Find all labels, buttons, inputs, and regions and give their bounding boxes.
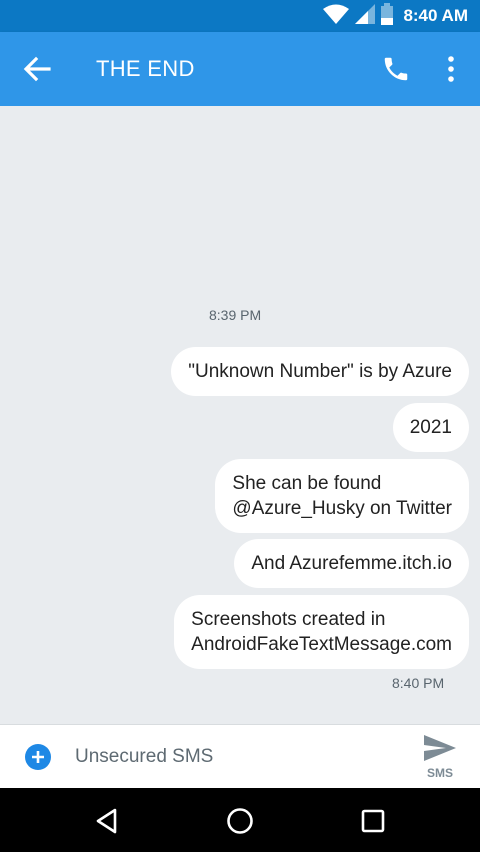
message-thread[interactable]: 8:39 PM "Unknown Number" is by Azure 202… xyxy=(0,106,480,724)
arrow-back-icon xyxy=(23,56,51,82)
add-circle-icon xyxy=(25,744,51,770)
battery-icon xyxy=(381,2,394,30)
signal-icon xyxy=(355,3,376,29)
timestamp: 8:39 PM xyxy=(209,307,262,323)
more-vert-icon xyxy=(448,56,454,82)
status-bar: 8:40 AM xyxy=(0,0,480,32)
message-input[interactable] xyxy=(75,739,395,775)
conversation-title: THE END xyxy=(96,56,195,81)
phone-icon xyxy=(384,57,408,81)
send-button[interactable]: SMS xyxy=(418,733,462,783)
compose-bar: SMS xyxy=(0,724,480,789)
timestamp: 8:40 PM xyxy=(392,675,445,691)
wifi-icon xyxy=(323,4,350,29)
nav-recents-button[interactable] xyxy=(356,804,390,838)
back-button[interactable] xyxy=(22,55,52,83)
send-icon xyxy=(424,735,456,761)
message-bubble[interactable]: Screenshots created in AndroidFakeTextMe… xyxy=(174,595,469,669)
square-recents-icon xyxy=(361,809,385,833)
nav-home-button[interactable] xyxy=(223,804,257,838)
nav-back-button[interactable] xyxy=(90,804,124,838)
message-bubble[interactable]: She can be found @Azure_Husky on Twitter xyxy=(215,459,469,533)
more-options-button[interactable] xyxy=(440,54,462,84)
status-time: 8:40 AM xyxy=(403,6,468,25)
attach-button[interactable] xyxy=(25,744,51,770)
message-bubble[interactable]: 2021 xyxy=(392,403,469,452)
circle-home-icon xyxy=(227,808,253,834)
navigation-bar xyxy=(0,788,480,852)
message-bubble[interactable]: "Unknown Number" is by Azure xyxy=(171,347,469,396)
app-bar: THE END xyxy=(0,32,480,106)
send-label: SMS xyxy=(426,766,453,780)
call-button[interactable] xyxy=(381,54,411,84)
triangle-back-icon xyxy=(96,808,117,834)
message-bubble[interactable]: And Azurefemme.itch.io xyxy=(234,539,469,588)
